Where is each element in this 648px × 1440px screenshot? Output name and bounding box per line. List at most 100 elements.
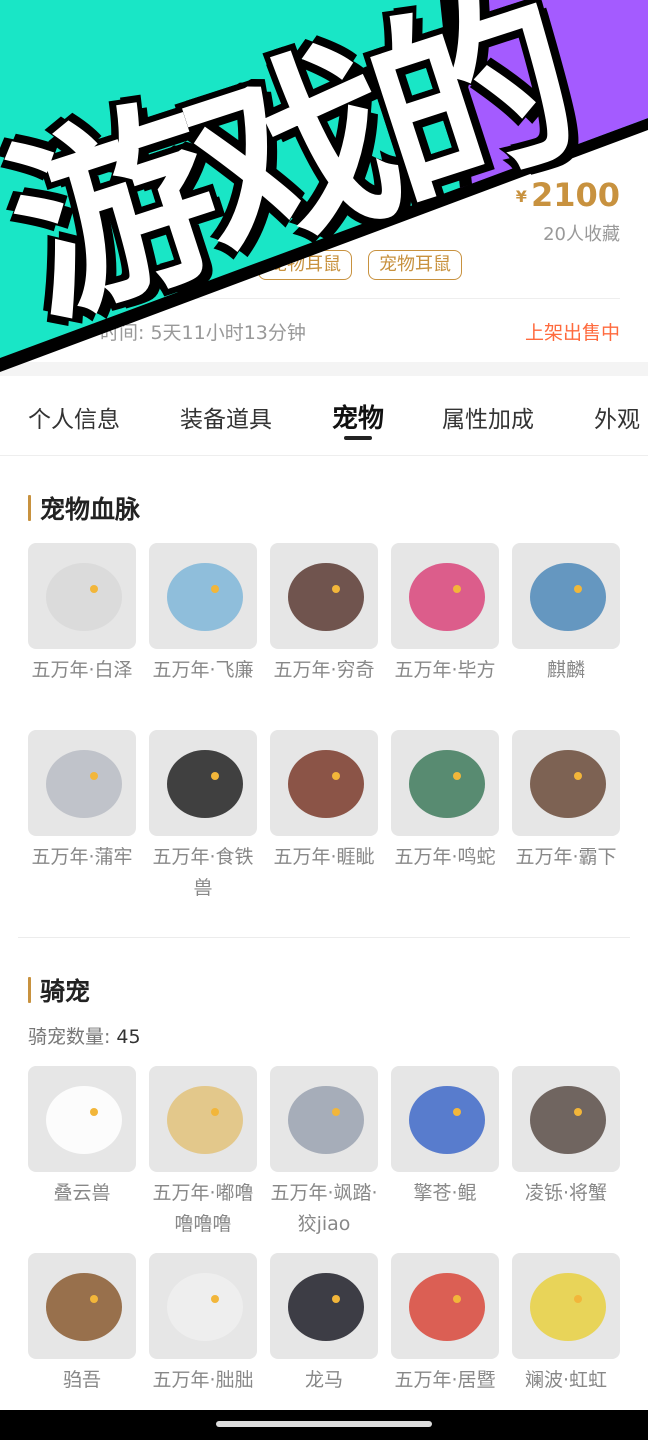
section-title-mounts: 骑宠 (28, 972, 90, 1008)
pet-name: 五万年·霸下 (515, 846, 617, 868)
tab-attributes[interactable]: 属性加成 (442, 400, 534, 434)
pet-card[interactable]: 斓波·虹虹 (512, 1253, 620, 1396)
tab-appearance[interactable]: 外观 (594, 400, 640, 434)
pet-name: 五万年·毕方 (394, 659, 496, 681)
crab-mount-icon (530, 1086, 606, 1154)
pet-name: 五万年·白泽 (31, 659, 133, 681)
pet-card[interactable]: 五万年·鸣蛇 (391, 730, 499, 873)
pet-card[interactable]: 龙马 (270, 1253, 378, 1396)
pet-name: 斓波·虹虹 (524, 1369, 608, 1391)
red-dragon-pet-icon (288, 750, 364, 818)
pet-name: 驺吾 (62, 1369, 101, 1391)
pet-name: 擎苍·鲲 (413, 1182, 477, 1204)
pet-thumbnail (28, 543, 136, 649)
system-nav-bar (0, 1410, 648, 1440)
mount-count: 骑宠数量: 45 (28, 1022, 141, 1049)
pet-thumbnail (391, 543, 499, 649)
brown-dragon-pet-icon (530, 750, 606, 818)
red-creature-mount-icon (409, 1273, 485, 1341)
divider (0, 298, 620, 299)
silver-wolf-mount-icon (288, 1086, 364, 1154)
pet-tag: 宠物耳鼠 (368, 250, 462, 280)
pet-card[interactable]: 五万年·食铁兽 (149, 730, 257, 904)
mount-count-label: 骑宠数量: (28, 1026, 111, 1048)
ice-bird-pet-icon (167, 563, 243, 631)
pet-thumbnail (28, 1066, 136, 1172)
white-cat-mount-icon (167, 1273, 243, 1341)
pet-card[interactable]: 五万年·睚眦 (270, 730, 378, 873)
pet-thumbnail (512, 1253, 620, 1359)
pet-card[interactable]: 驺吾 (28, 1253, 136, 1396)
tab-personal-info[interactable]: 个人信息 (28, 400, 120, 434)
pet-thumbnail (28, 1253, 136, 1359)
pet-name: 凌铄·将蟹 (524, 1182, 608, 1204)
section-gap (0, 362, 648, 376)
silver-dragon-pet-icon (46, 750, 122, 818)
pet-card[interactable]: 五万年·飒踏·狡jiao (270, 1066, 378, 1240)
pet-thumbnail (28, 730, 136, 836)
remaining-time: 时间: 5天11小时13分钟 (100, 322, 306, 344)
pet-name: 叠云兽 (53, 1182, 111, 1204)
pet-thumbnail (512, 543, 620, 649)
pet-card[interactable]: 五万年·嘟噜噜噜噜 (149, 1066, 257, 1240)
pet-thumbnail (270, 1066, 378, 1172)
pet-tag: 宠物耳鼠 (258, 250, 352, 280)
pet-name: 五万年·朏朏 (152, 1369, 254, 1391)
pet-card[interactable]: 五万年·朏朏 (149, 1253, 257, 1396)
pet-card[interactable]: 五万年·霸下 (512, 730, 620, 873)
golden-hair-mount-icon (167, 1086, 243, 1154)
pet-name: 五万年·居暨 (394, 1369, 496, 1391)
black-dragon-mount-icon (288, 1273, 364, 1341)
pet-card[interactable]: 麒麟 (512, 543, 620, 686)
divider (18, 937, 630, 938)
pet-card[interactable]: 凌铄·将蟹 (512, 1066, 620, 1209)
tab-bar: 个人信息 装备道具 宠物 属性加成 外观 (0, 376, 648, 456)
currency-symbol: ¥ (515, 187, 527, 206)
pet-thumbnail (512, 730, 620, 836)
pet-thumbnail (149, 730, 257, 836)
listing-info-card: ¥2100 20人收藏 宠物耳鼠 宠物耳鼠 时间: 5天11小时13分钟 上架出… (0, 0, 648, 362)
pet-name: 龙马 (304, 1369, 343, 1391)
pet-card[interactable]: 五万年·穷奇 (270, 543, 378, 686)
pet-card[interactable]: 叠云兽 (28, 1066, 136, 1209)
panda-pet-icon (167, 750, 243, 818)
blue-whale-mount-icon (409, 1086, 485, 1154)
pet-card[interactable]: 五万年·毕方 (391, 543, 499, 686)
blue-dragon-pet-icon (530, 563, 606, 631)
tab-pets[interactable]: 宠物 (332, 398, 384, 435)
pet-thumbnail (149, 1253, 257, 1359)
active-tab-indicator (344, 436, 372, 440)
pet-card[interactable]: 五万年·飞廉 (149, 543, 257, 686)
pet-thumbnail (270, 1253, 378, 1359)
pet-card[interactable]: 五万年·白泽 (28, 543, 136, 686)
sale-status: 上架出售中 (524, 322, 620, 344)
green-serpent-pet-icon (409, 750, 485, 818)
pet-name: 五万年·嘟噜噜噜噜 (152, 1182, 254, 1235)
pet-thumbnail (391, 730, 499, 836)
pet-name: 五万年·睚眦 (273, 846, 375, 868)
pet-thumbnail (270, 543, 378, 649)
mount-count-value: 45 (116, 1026, 141, 1048)
section-title-bloodline: 宠物血脉 (28, 490, 140, 526)
pet-card[interactable]: 擎苍·鲲 (391, 1066, 499, 1209)
favorites-count: 20人收藏 (543, 224, 620, 245)
pet-card[interactable]: 五万年·蒲牢 (28, 730, 136, 873)
tab-equipment[interactable]: 装备道具 (180, 400, 272, 434)
pet-name: 五万年·飒踏·狡jiao (270, 1182, 378, 1235)
cloud-beast-mount-icon (46, 1086, 122, 1154)
pet-name: 五万年·蒲牢 (31, 846, 133, 868)
rainbow-bird-mount-icon (530, 1273, 606, 1341)
pet-thumbnail (270, 730, 378, 836)
pet-card[interactable]: 五万年·居暨 (391, 1253, 499, 1396)
pet-thumbnail (391, 1066, 499, 1172)
pet-name: 五万年·食铁兽 (152, 846, 254, 899)
white-cat-pet-icon (46, 563, 122, 631)
price-value: 2100 (530, 176, 620, 214)
home-gesture-handle[interactable] (216, 1421, 432, 1427)
dark-beast-pet-icon (288, 563, 364, 631)
price: ¥2100 (516, 176, 620, 214)
lion-mount-icon (46, 1273, 122, 1341)
pet-thumbnail (149, 1066, 257, 1172)
pet-name: 五万年·飞廉 (152, 659, 254, 681)
pet-name: 五万年·穷奇 (273, 659, 375, 681)
